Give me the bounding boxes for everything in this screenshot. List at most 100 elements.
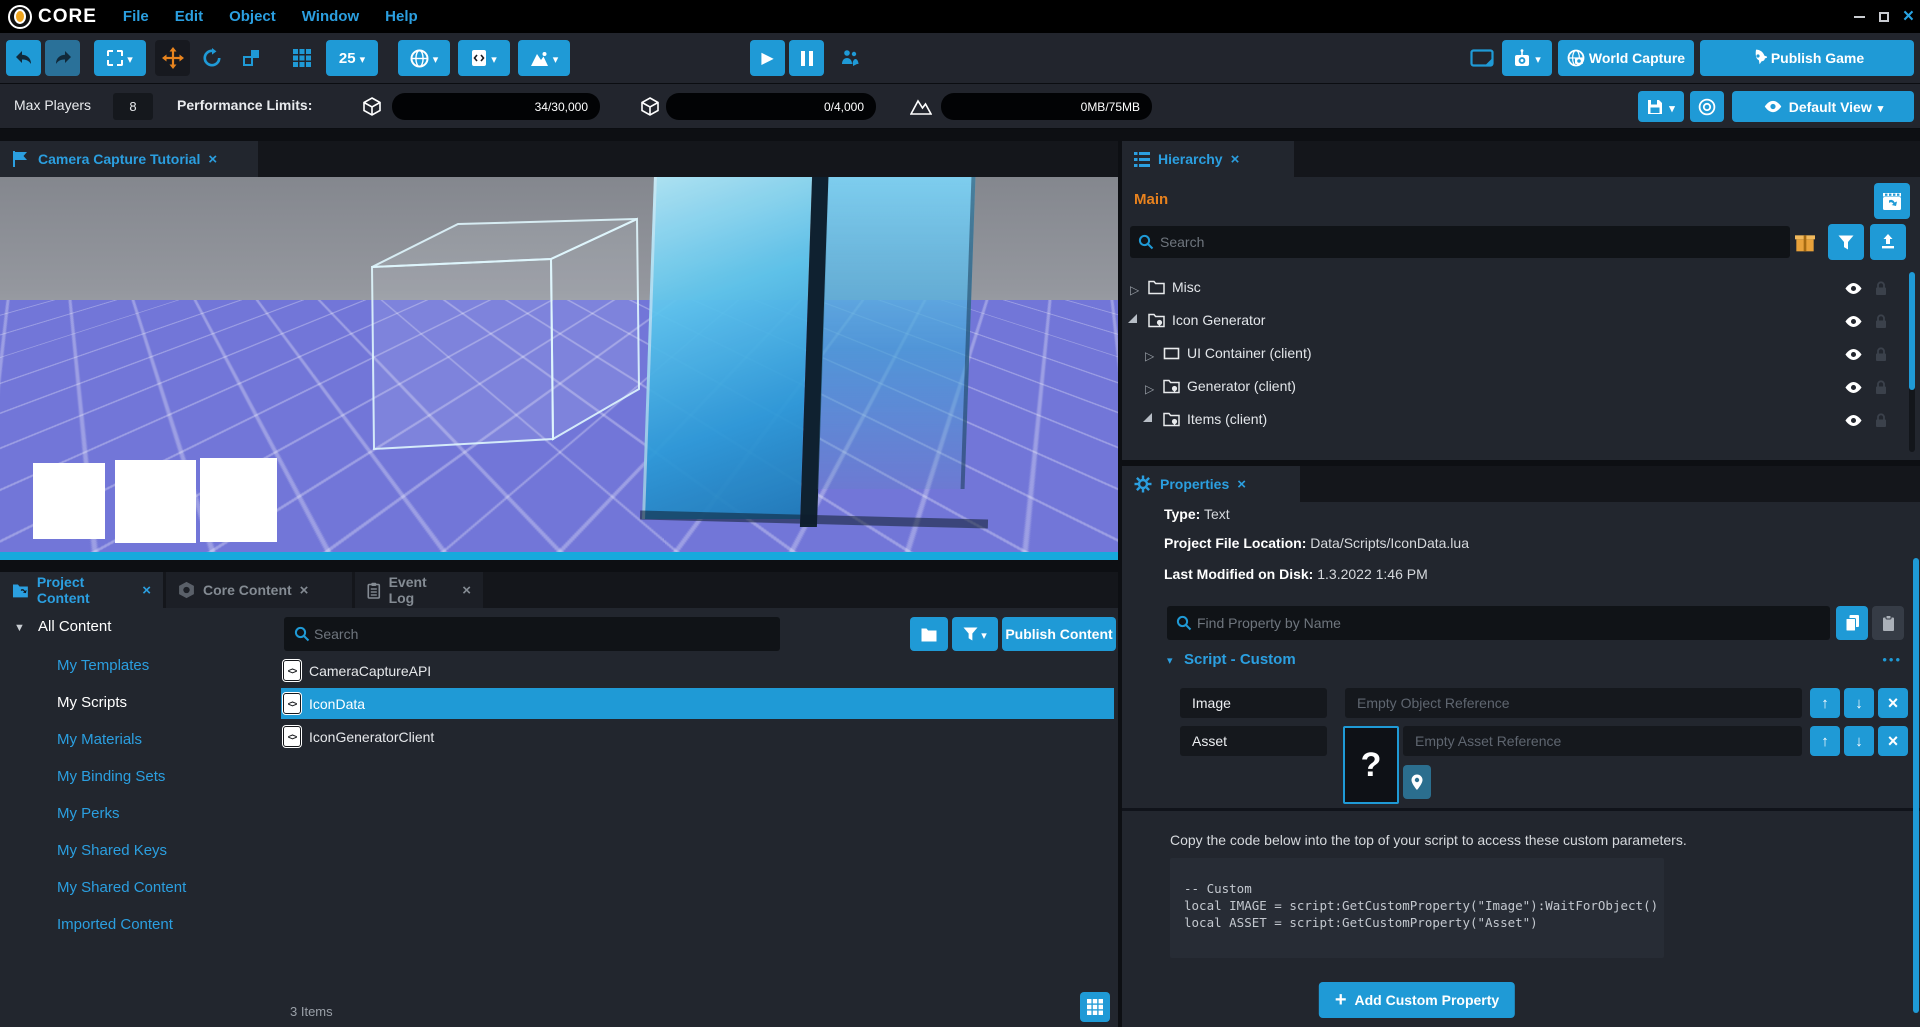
close-tab-icon[interactable]: × (300, 582, 309, 599)
terrain-dropdown[interactable] (518, 40, 570, 76)
camera-capture-dropdown[interactable] (1502, 40, 1552, 76)
move-property-down-button[interactable] (1844, 726, 1874, 756)
image-reference-field[interactable]: Empty Object Reference (1345, 688, 1802, 718)
publish-content-button[interactable]: Publish Content (1002, 617, 1116, 651)
script-custom-section-label[interactable]: Script - Custom (1184, 651, 1296, 668)
pause-button[interactable] (789, 40, 824, 76)
find-asset-button[interactable] (1403, 765, 1431, 799)
expand-arrow-icon[interactable] (1130, 281, 1139, 297)
grid-size-dropdown[interactable]: 25 (326, 40, 378, 76)
visibility-eye-icon[interactable] (1844, 348, 1863, 361)
content-search-input[interactable] (284, 617, 780, 651)
tab-camera-capture-tutorial[interactable]: Camera Capture Tutorial × (0, 141, 258, 177)
hierarchy-row-misc[interactable]: Misc (1122, 272, 1906, 305)
minimize-icon[interactable] (1854, 16, 1865, 18)
file-name[interactable]: IconGeneratorClient (309, 729, 434, 745)
lock-icon[interactable] (1874, 412, 1888, 429)
target-button[interactable] (1690, 91, 1724, 122)
expand-arrow-icon[interactable] (1145, 380, 1154, 396)
property-name-image[interactable]: Image (1180, 688, 1327, 718)
hierarchy-search-input[interactable] (1130, 226, 1790, 258)
hierarchy-filter-button[interactable] (1828, 224, 1864, 260)
max-players-input[interactable] (113, 93, 153, 120)
lock-icon[interactable] (1874, 313, 1888, 330)
scale-tool-button[interactable] (233, 40, 268, 76)
script-create-dropdown[interactable] (458, 40, 510, 76)
close-tab-icon[interactable]: × (208, 151, 217, 168)
hierarchy-item-label[interactable]: UI Container (client) (1187, 345, 1312, 361)
menu-file[interactable]: File (123, 8, 149, 25)
multiplayer-preview-button[interactable] (832, 40, 867, 76)
hierarchy-row-items[interactable]: Items (client) (1122, 404, 1906, 437)
sidebar-item-my-shared-content[interactable]: My Shared Content (57, 879, 186, 896)
collapse-arrow-icon[interactable] (1143, 413, 1152, 422)
scene-capture-button[interactable] (1874, 183, 1910, 219)
restore-window-icon[interactable] (1879, 12, 1889, 22)
hierarchy-row-generator[interactable]: Generator (client) (1122, 371, 1906, 404)
new-folder-button[interactable] (910, 617, 948, 651)
visibility-eye-icon[interactable] (1844, 414, 1863, 427)
undo-button[interactable] (6, 40, 41, 76)
rotate-tool-button[interactable] (194, 40, 229, 76)
preview-mode-button[interactable] (1466, 40, 1498, 76)
hierarchy-scrollbar-thumb[interactable] (1909, 272, 1915, 390)
3d-viewport[interactable] (0, 177, 1118, 552)
close-tab-icon[interactable]: × (1237, 476, 1246, 493)
tab-core-content[interactable]: Core Content × (166, 572, 352, 608)
selection-mode-dropdown[interactable] (94, 40, 146, 76)
lock-icon[interactable] (1874, 346, 1888, 363)
close-window-icon[interactable]: × (1903, 7, 1914, 26)
scene-name-label[interactable]: Main (1134, 191, 1168, 208)
grid-view-button[interactable] (1080, 992, 1110, 1022)
move-tool-button[interactable] (155, 40, 190, 76)
sidebar-item-all-content[interactable]: All Content (38, 618, 111, 635)
file-name[interactable]: IconData (309, 696, 365, 712)
world-capture-button[interactable]: World Capture (1558, 40, 1694, 76)
find-property-input[interactable] (1167, 606, 1830, 640)
move-property-up-button[interactable] (1810, 688, 1840, 718)
tab-hierarchy[interactable]: Hierarchy × (1122, 141, 1294, 177)
redo-button[interactable] (45, 40, 80, 76)
content-filter-dropdown[interactable] (952, 617, 998, 651)
file-name[interactable]: CameraCaptureAPI (309, 663, 431, 679)
menu-window[interactable]: Window (302, 8, 359, 25)
hierarchy-item-label[interactable]: Generator (client) (1187, 378, 1296, 394)
move-property-up-button[interactable] (1810, 726, 1840, 756)
sidebar-item-my-materials[interactable]: My Materials (57, 731, 142, 748)
sidebar-item-my-shared-keys[interactable]: My Shared Keys (57, 842, 167, 859)
paste-properties-button[interactable] (1872, 606, 1904, 640)
sidebar-item-my-binding-sets[interactable]: My Binding Sets (57, 768, 165, 785)
close-tab-icon[interactable]: × (462, 582, 471, 599)
expand-arrow-icon[interactable] (1145, 347, 1154, 363)
file-row-icondata-selected[interactable]: IconData (281, 688, 1114, 719)
menu-help[interactable]: Help (385, 8, 418, 25)
tab-event-log[interactable]: Event Log × (355, 572, 483, 608)
publish-game-button[interactable]: Publish Game (1700, 40, 1914, 76)
save-dropdown-button[interactable] (1638, 91, 1684, 122)
play-button[interactable] (750, 40, 785, 76)
file-row-icongeneratorclient[interactable]: IconGeneratorClient (281, 721, 1114, 752)
hierarchy-export-button[interactable] (1870, 224, 1906, 260)
visibility-eye-icon[interactable] (1844, 282, 1863, 295)
hierarchy-item-label[interactable]: Items (client) (1187, 411, 1267, 427)
asset-thumbnail[interactable]: ? (1343, 726, 1399, 804)
section-collapse-arrow-icon[interactable]: ▾ (1167, 654, 1173, 667)
visibility-eye-icon[interactable] (1844, 315, 1863, 328)
asset-reference-field[interactable]: Empty Asset Reference (1403, 726, 1802, 756)
lock-icon[interactable] (1874, 280, 1888, 297)
package-icon[interactable] (1794, 232, 1816, 252)
tab-properties[interactable]: Properties × (1122, 466, 1300, 502)
hierarchy-item-label[interactable]: Misc (1172, 279, 1201, 295)
file-row-cameracaptureapi[interactable]: CameraCaptureAPI (281, 655, 1114, 686)
default-view-dropdown[interactable]: Default View (1732, 91, 1914, 122)
sidebar-item-imported-content[interactable]: Imported Content (57, 916, 173, 933)
copy-properties-button[interactable] (1836, 606, 1868, 640)
tab-project-content[interactable]: Project Content × (0, 572, 163, 608)
sidebar-item-my-perks[interactable]: My Perks (57, 805, 120, 822)
lock-icon[interactable] (1874, 379, 1888, 396)
sidebar-item-my-scripts[interactable]: My Scripts (57, 694, 127, 711)
snap-grid-button[interactable] (284, 40, 319, 76)
menu-edit[interactable]: Edit (175, 8, 203, 25)
properties-scrollbar-thumb[interactable] (1913, 558, 1919, 1013)
delete-property-button[interactable] (1878, 726, 1908, 756)
